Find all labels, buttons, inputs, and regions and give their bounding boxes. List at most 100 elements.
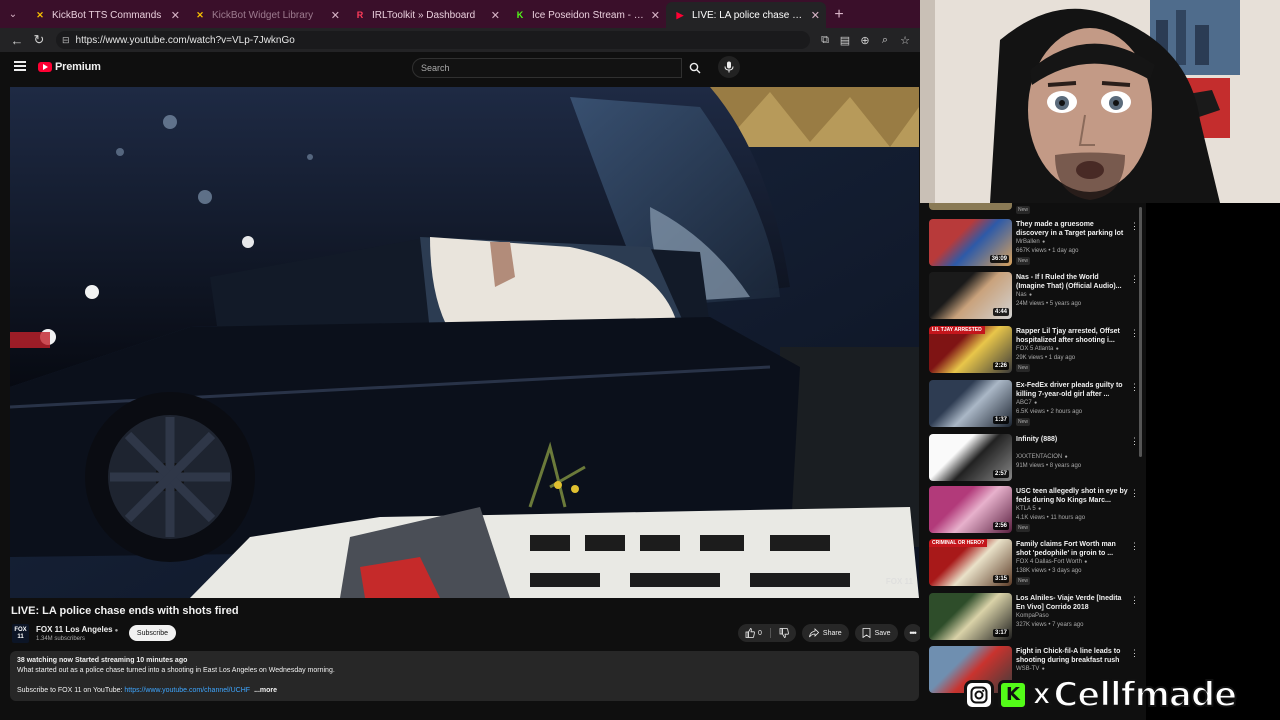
more-actions-button[interactable]: ••• <box>903 624 920 642</box>
youtube-play-logo-icon <box>38 62 52 72</box>
partial-thumbnail[interactable] <box>929 203 1012 210</box>
search-button[interactable] <box>682 58 708 78</box>
verified-check-icon: ● <box>114 628 119 634</box>
more-vertical-icon[interactable]: ⋮ <box>1130 648 1139 659</box>
stream-black-panel <box>1146 203 1280 720</box>
description-box[interactable]: 38 watching now Started streaming 10 min… <box>10 651 919 701</box>
browser-tab[interactable]: ✕ KickBot Widget Library ✕ <box>186 2 346 28</box>
recommendation-title[interactable]: Rapper Lil Tjay arrested, Offset hospita… <box>1016 327 1128 345</box>
recommendation-item[interactable]: 2:57 Infinity (888) XXXTENTACION ● 91M view… <box>929 434 1144 486</box>
zoom-icon[interactable]: ⊕ <box>856 31 874 49</box>
channel-link[interactable]: https://www.youtube.com/channel/UCHF <box>124 687 250 694</box>
show-more-button[interactable]: ...more <box>254 687 277 694</box>
browser-tab[interactable]: K Ice Poseidon Stream - Watch ✕ <box>506 2 666 28</box>
youtube-premium-logo[interactable]: Premium <box>38 61 101 73</box>
browser-tab[interactable]: R IRLToolkit » Dashboard ✕ <box>346 2 506 28</box>
recommendation-item[interactable]: 36:09 They made a gruesome discovery in a… <box>929 219 1144 271</box>
url-field[interactable]: ⊟ https://www.youtube.com/watch?v=VLp-7J… <box>56 31 810 49</box>
recommendation-channel[interactable]: ABC7 ● <box>1016 400 1037 406</box>
more-vertical-icon[interactable]: ⋮ <box>1130 382 1139 393</box>
recommendation-channel[interactable]: XXXTENTACION ● <box>1016 454 1068 460</box>
tab-title: IRLToolkit » Dashboard <box>372 9 476 21</box>
recommendation-title[interactable]: They made a gruesome discovery in a Targ… <box>1016 220 1128 238</box>
tab-close-icon[interactable]: ✕ <box>491 9 500 22</box>
more-vertical-icon[interactable]: ⋮ <box>1130 221 1139 232</box>
back-arrow-icon[interactable]: ← <box>6 30 28 50</box>
like-separator <box>769 628 771 638</box>
video-player[interactable]: FOX 11 <box>10 87 919 598</box>
subscribe-button[interactable]: Subscribe <box>129 625 176 641</box>
more-vertical-icon[interactable]: ⋮ <box>1130 541 1139 552</box>
channel-avatar[interactable]: FOX 11 <box>12 624 29 643</box>
recommendation-item[interactable]: 2:56 USC teen allegedly shot in eye by fe… <box>929 486 1144 538</box>
video-thumbnail[interactable]: LIL TJAY ARRESTED 2:26 <box>929 326 1012 373</box>
site-info-icon[interactable]: ⊟ <box>62 35 70 46</box>
more-vertical-icon[interactable]: ⋮ <box>1130 488 1139 499</box>
recommendation-channel[interactable]: FOX 5 Atlanta ● <box>1016 346 1059 352</box>
video-thumbnail[interactable]: 2:56 <box>929 486 1012 533</box>
duration-badge: 2:57 <box>992 470 1009 478</box>
recommendation-channel[interactable]: Nas ● <box>1016 292 1032 298</box>
search-input[interactable]: Search <box>412 58 682 78</box>
reload-icon[interactable]: ↻ <box>28 30 50 50</box>
recommendation-title[interactable]: Family claims Fort Worth man shot 'pedop… <box>1016 540 1128 558</box>
duration-badge: 2:26 <box>992 362 1009 370</box>
video-thumbnail[interactable]: 3:17 <box>929 593 1012 640</box>
thumbnail-ribbon: CRIMINAL OR HERO? <box>929 539 988 547</box>
more-vertical-icon[interactable]: ⋮ <box>1130 328 1139 339</box>
recommendation-channel[interactable]: KTLA 5 ● <box>1016 506 1041 512</box>
video-thumbnail[interactable]: 4:44 <box>929 272 1012 319</box>
recommendation-channel[interactable]: KompaPaso <box>1016 613 1049 619</box>
share-button[interactable]: Share <box>801 624 849 642</box>
browser-tab[interactable]: ▶ LIVE: LA police chase ends wi ✕ <box>666 2 826 28</box>
save-button[interactable]: Save <box>854 624 898 642</box>
tab-close-icon[interactable]: ✕ <box>331 9 340 22</box>
more-vertical-icon[interactable]: ⋮ <box>1130 274 1139 285</box>
browser-tab[interactable]: ✕ KickBot TTS Commands ✕ <box>26 2 186 28</box>
recommendation-item[interactable]: 3:17 Los Alniles- Viaje Verde [Inedita En… <box>929 593 1144 645</box>
verified-check-icon: ● <box>1032 400 1038 406</box>
recommendation-item[interactable]: CRIMINAL OR HERO? 3:15 Family claims Fort … <box>929 539 1144 591</box>
bookmark-star-icon[interactable]: ☆ <box>896 31 914 49</box>
recommendation-channel-name: FOX 4 Dallas-Fort Worth <box>1016 559 1082 565</box>
like-button[interactable]: 0 <box>745 628 762 638</box>
translate-icon[interactable]: ⌕ <box>876 31 894 49</box>
recommendation-views: 91M views • 8 years ago <box>1016 463 1082 469</box>
recommendation-title[interactable]: Los Alniles- Viaje Verde [Inedita En Viv… <box>1016 594 1128 612</box>
guide-menu-icon[interactable] <box>14 61 26 71</box>
url-text: https://www.youtube.com/watch?v=VLp-7Jwk… <box>75 34 295 46</box>
tab-favicon-icon: ▶ <box>676 9 684 20</box>
split-screen-icon[interactable]: ⧉ <box>816 31 834 49</box>
more-vertical-icon[interactable]: ⋮ <box>1130 436 1139 447</box>
recommendation-channel-name: XXXTENTACION <box>1016 454 1063 460</box>
sidebar-scrollbar[interactable] <box>1139 207 1142 457</box>
voice-search-button[interactable] <box>718 56 740 78</box>
recommendation-item[interactable]: 4:44 Nas - If I Ruled the World (Imagine … <box>929 272 1144 324</box>
recommendation-channel[interactable]: MrBallen ● <box>1016 239 1045 245</box>
recommendation-title[interactable]: USC teen allegedly shot in eye by feds d… <box>1016 487 1128 505</box>
new-tab-plus-icon[interactable]: + <box>826 2 852 28</box>
tab-close-icon[interactable]: ✕ <box>811 9 820 22</box>
video-thumbnail[interactable]: 1:37 <box>929 380 1012 427</box>
recommendation-title[interactable]: Nas - If I Ruled the World (Imagine That… <box>1016 273 1128 291</box>
recommendation-channel[interactable]: FOX 4 Dallas-Fort Worth ● <box>1016 559 1087 565</box>
recommendation-title[interactable]: Infinity (888) <box>1016 435 1128 444</box>
video-thumbnail[interactable]: 36:09 <box>929 219 1012 266</box>
tab-close-icon[interactable]: ✕ <box>171 9 180 22</box>
new-badge: New <box>1016 577 1031 585</box>
tab-list-chevron-icon[interactable]: ⌄ <box>0 0 26 28</box>
tab-favicon-icon: R <box>356 10 364 20</box>
recommendation-channel-name: KompaPaso <box>1016 613 1049 619</box>
reader-mode-icon[interactable]: ▤ <box>836 31 854 49</box>
recommendation-item[interactable]: LIL TJAY ARRESTED 2:26 Rapper Lil Tjay arr… <box>929 326 1144 378</box>
recommendation-title[interactable]: Fight in Chick-fil-A line leads to shoot… <box>1016 647 1128 665</box>
recommendation-title[interactable]: Ex-FedEx driver pleads guilty to killing… <box>1016 381 1128 399</box>
more-vertical-icon[interactable]: ⋮ <box>1130 595 1139 606</box>
channel-name[interactable]: FOX 11 Los Angeles ● <box>36 625 118 634</box>
recommendation-item[interactable]: 1:37 Ex-FedEx driver pleads guilty to kil… <box>929 380 1144 432</box>
video-thumbnail[interactable]: CRIMINAL OR HERO? 3:15 <box>929 539 1012 586</box>
subscriber-count: 1.34M subscribers <box>36 636 86 642</box>
tab-close-icon[interactable]: ✕ <box>651 9 660 22</box>
dislike-button[interactable] <box>779 628 789 638</box>
video-thumbnail[interactable]: 2:57 <box>929 434 1012 481</box>
